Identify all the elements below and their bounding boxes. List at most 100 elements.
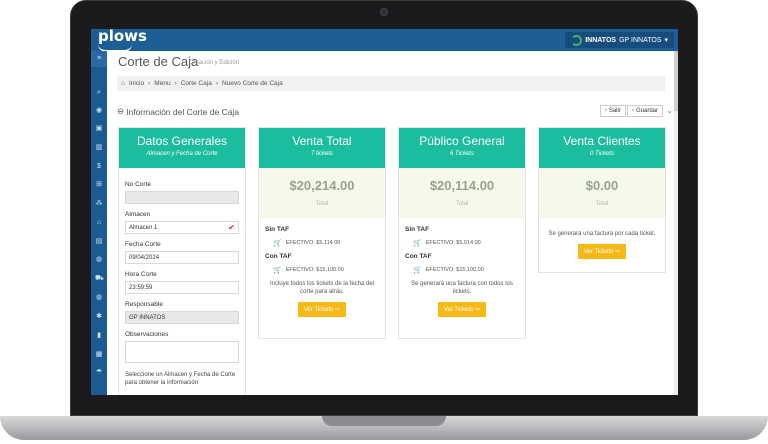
hora-corte-field[interactable]: 23:59:59 bbox=[125, 281, 239, 294]
panel-subtitle: Almacen y Fecha de Corte bbox=[146, 151, 218, 157]
globe-icon[interactable]: ◍ bbox=[95, 256, 103, 264]
group-con-taf: Con TAF bbox=[405, 253, 432, 260]
card-header: Venta Total 7 tickets bbox=[259, 128, 385, 168]
form-note: Seleccione un Almacen y Fecha de Corte p… bbox=[125, 372, 236, 386]
list-icon[interactable]: ▤ bbox=[95, 238, 103, 246]
sidebar-toggle[interactable]: ≡ bbox=[91, 51, 107, 67]
total-label: Total bbox=[595, 201, 609, 207]
breadcrumb-sep: › bbox=[148, 80, 151, 87]
group-con-taf: Con TAF bbox=[265, 253, 292, 260]
breadcrumb-sep: › bbox=[215, 80, 218, 87]
exit-icon: ▫ bbox=[604, 108, 607, 114]
group-sin-taf: Sin TAF bbox=[405, 226, 430, 233]
datos-generales-header: Datos Generales Almacen y Fecha de Corte bbox=[119, 128, 245, 168]
venta-clientes-card: Venta Clientes 0 Tickets $0.00 Total Se … bbox=[538, 127, 666, 273]
breadcrumb-home[interactable]: Inicio bbox=[129, 80, 144, 87]
line-value: EFECTIVO: $15,100.00 bbox=[285, 267, 344, 273]
total-box: $20,214.00 Total bbox=[259, 168, 385, 218]
app-logo[interactable]: plows bbox=[98, 29, 147, 45]
card-description: Incluye todos los tickets de la fecha de… bbox=[269, 281, 375, 295]
total-label: Total bbox=[315, 201, 329, 207]
sidebar: ≡ ⌕ ◉ ▣ ▥ $ ⊞ ⁂ ⌂ ▤ ◍ ⛟ ◍ ✱ ▮ ▦ ☂ bbox=[91, 51, 107, 395]
cart-icon: 🛒 bbox=[413, 267, 422, 274]
cart-icon[interactable]: ⛟ bbox=[95, 275, 104, 283]
ver-tickets-label: Ver Tickets bbox=[583, 248, 614, 255]
ver-tickets-button[interactable]: Ver Tickets ⇨ bbox=[298, 302, 346, 317]
org-user: GP INNATOS bbox=[619, 36, 662, 44]
salir-button[interactable]: ▫ Salir bbox=[599, 105, 626, 117]
breadcrumb-menu[interactable]: Menu bbox=[154, 80, 170, 87]
card-title: Público General bbox=[419, 134, 505, 148]
card-description: Se generará una factura por cada ticket. bbox=[548, 231, 656, 237]
card-body: Sin TAF 🛒 EFECTIVO: $5,014.00 Con TAF 🛒 EF… bbox=[399, 218, 525, 323]
chevron-down-icon: ▾ bbox=[664, 37, 668, 44]
breadcrumb: ⌂ Inicio › Menu › Corte Caja › Nuevo Cor… bbox=[117, 76, 665, 91]
calendar-icon[interactable]: ▣ bbox=[95, 125, 103, 133]
check-icon: ✔ bbox=[228, 223, 235, 232]
bank-icon[interactable]: ⌂ bbox=[95, 219, 103, 227]
cart-icon: 🛒 bbox=[273, 267, 282, 274]
almacen-select[interactable]: Almacen 1 ✔ bbox=[125, 221, 239, 234]
card-title: Venta Clientes bbox=[563, 134, 641, 148]
breadcrumb-corte-caja[interactable]: Corte Caja bbox=[181, 80, 212, 87]
camera-icon bbox=[380, 8, 388, 16]
total-box: $0.00 Total bbox=[539, 168, 665, 218]
section-title: Información del Corte de Caja bbox=[126, 106, 240, 117]
cart-icon: 🛒 bbox=[413, 240, 422, 247]
line-item: 🛒 EFECTIVO: $15,100.00 bbox=[273, 266, 379, 274]
ver-tickets-label: Ver Tickets bbox=[443, 306, 474, 313]
no-corte-label: No Corte bbox=[125, 181, 152, 188]
gear-icon[interactable]: ✱ bbox=[95, 313, 103, 321]
line-value: EFECTIVO: $15,100.00 bbox=[425, 267, 484, 273]
umbrella-icon[interactable]: ☂ bbox=[95, 369, 103, 377]
fecha-corte-field[interactable]: 09/04/2024 bbox=[125, 251, 239, 264]
dollar-icon[interactable]: $ bbox=[95, 163, 103, 171]
observaciones-label: Observaciones bbox=[125, 331, 169, 338]
box-icon[interactable]: ⊞ bbox=[95, 181, 103, 189]
org-name: INNATOS bbox=[585, 36, 617, 44]
line-value: EFECTIVO: $5,014.00 bbox=[425, 240, 481, 246]
book-icon[interactable]: ▦ bbox=[95, 351, 103, 359]
line-value: EFECTIVO: $5,114.00 bbox=[285, 240, 341, 246]
ver-tickets-button[interactable]: Ver Tickets ⇨ bbox=[438, 302, 486, 317]
card-tickets: 6 Tickets bbox=[450, 151, 474, 157]
lock-icon[interactable]: ▮ bbox=[95, 332, 103, 340]
save-icon: ▫ bbox=[631, 108, 634, 114]
fecha-corte-label: Fecha Corte bbox=[125, 241, 161, 248]
scrollbar-thumb[interactable] bbox=[674, 51, 678, 111]
eye-icon[interactable]: ◉ bbox=[95, 107, 103, 115]
form-body: No Corte Almacen Almacen 1 ✔ Fecha Corte … bbox=[119, 168, 245, 393]
main-content: Corte de Caja Creación y Edición ⌂ Inici… bbox=[107, 51, 678, 395]
total-amount: $20,114.00 bbox=[429, 178, 495, 193]
menu-icon: ≡ bbox=[96, 55, 102, 62]
group-sin-taf: Sin TAF bbox=[265, 226, 290, 233]
globe-icon[interactable]: ◍ bbox=[95, 294, 103, 302]
breadcrumb-current: Nuevo Corte de Caja bbox=[221, 80, 283, 87]
panel-title: Datos Generales bbox=[136, 134, 228, 148]
scrollbar[interactable] bbox=[674, 51, 678, 395]
card-tickets: 0 Tickets bbox=[590, 151, 614, 157]
external-link-icon: ⇨ bbox=[615, 249, 621, 255]
cubes-icon[interactable]: ⁂ bbox=[95, 200, 103, 208]
laptop-notch bbox=[322, 416, 446, 426]
ver-tickets-button[interactable]: Ver Tickets ⇨ bbox=[578, 244, 626, 259]
card-body: Se generará una factura por cada ticket.… bbox=[539, 218, 665, 265]
action-buttons: ▫ Salir ▫ Guardar bbox=[599, 105, 663, 117]
almacen-value: Almacen 1 bbox=[129, 224, 158, 231]
observaciones-textarea[interactable] bbox=[125, 341, 239, 363]
barcode-icon[interactable]: ▥ bbox=[95, 144, 103, 152]
guardar-label: Guardar bbox=[635, 108, 658, 114]
chevron-down-icon[interactable]: ⌄ bbox=[666, 106, 673, 115]
collapse-icon[interactable]: ⊖ bbox=[117, 106, 124, 117]
line-item: 🛒 EFECTIVO: $5,114.00 bbox=[273, 239, 379, 247]
card-description: Se generará una factura con todos los ti… bbox=[411, 281, 513, 295]
breadcrumb-sep: › bbox=[174, 80, 177, 87]
card-body: Sin TAF 🛒 EFECTIVO: $5,114.00 Con TAF 🛒 EF… bbox=[259, 218, 385, 323]
search-icon[interactable]: ⌕ bbox=[95, 89, 103, 97]
guardar-button[interactable]: ▫ Guardar bbox=[626, 105, 663, 117]
innatos-logo-icon bbox=[571, 34, 583, 46]
section-header[interactable]: ⊖ Información del Corte de Caja bbox=[117, 106, 239, 117]
org-selector[interactable]: INNATOS GP INNATOS ▾ bbox=[565, 32, 674, 48]
publico-general-card: Público General 6 Tickets $20,114.00 Tot… bbox=[398, 127, 526, 339]
total-amount: $20,214.00 bbox=[289, 178, 355, 193]
